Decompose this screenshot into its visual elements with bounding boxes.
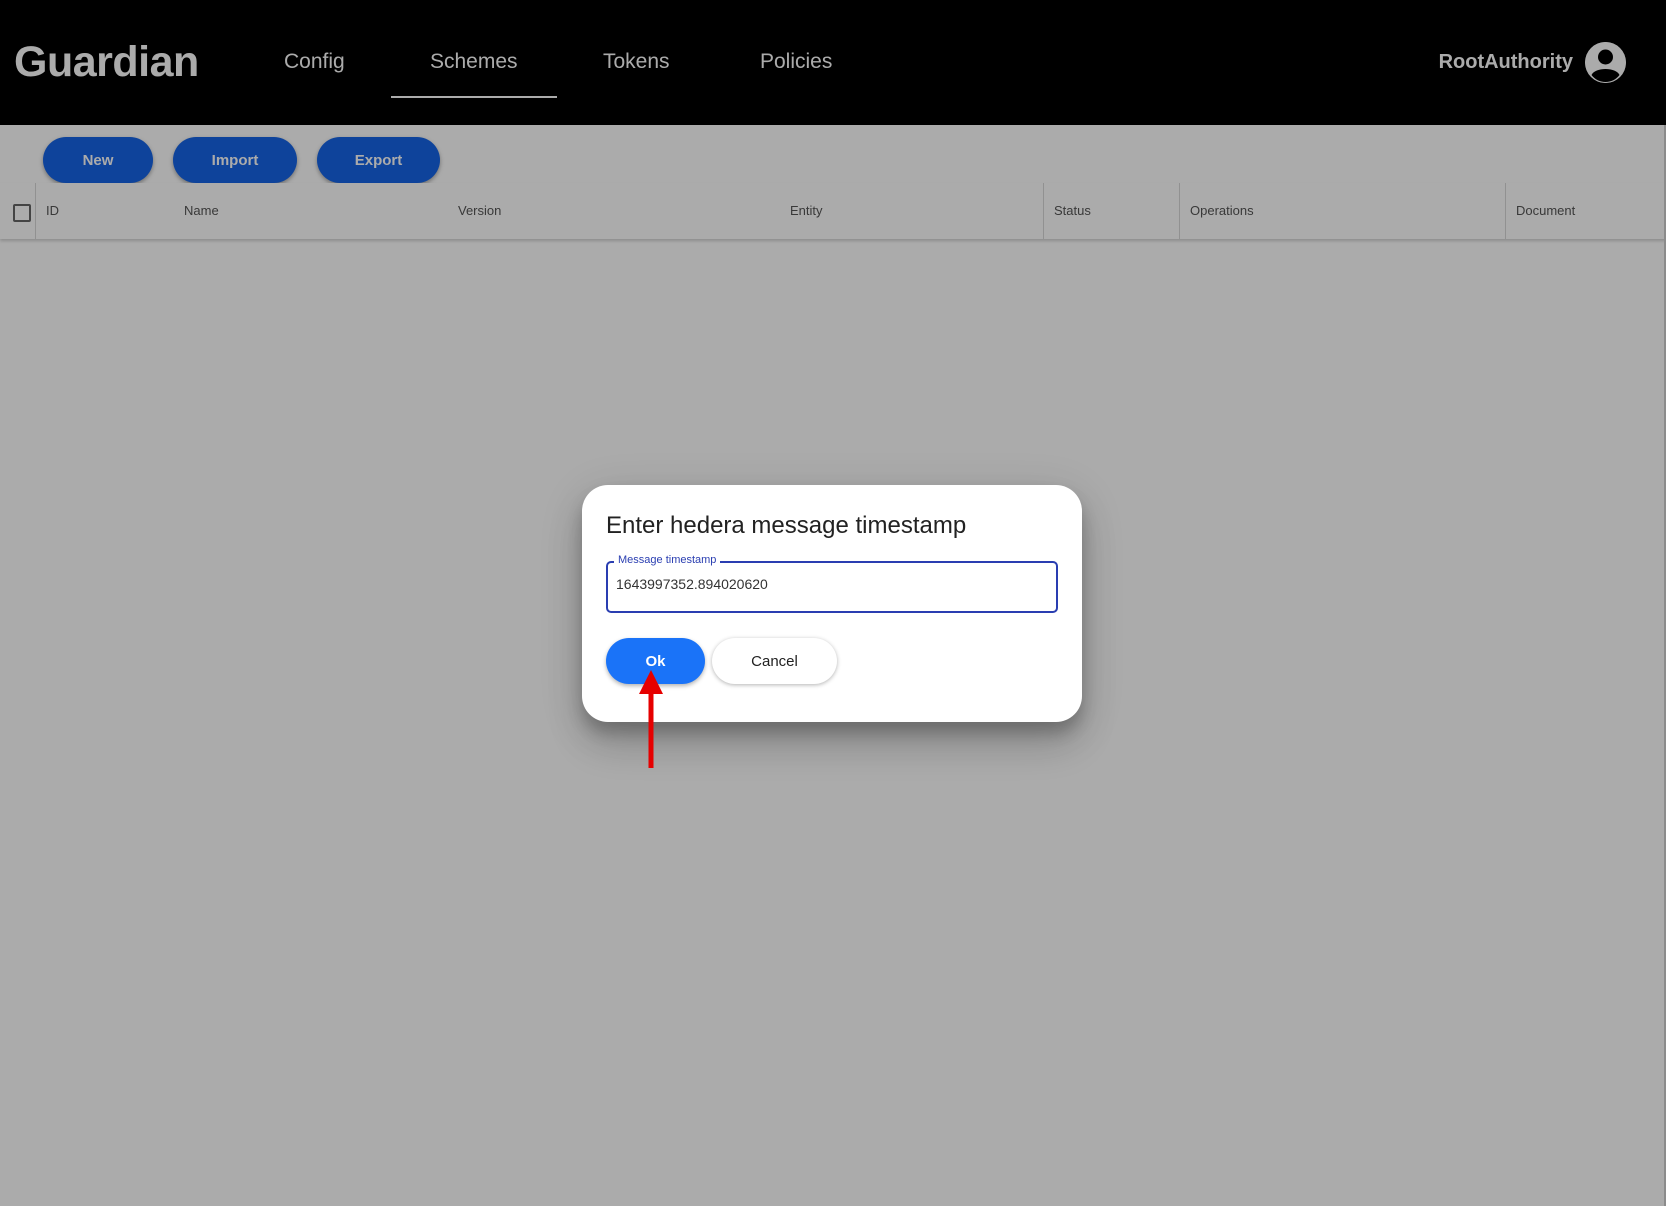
message-timestamp-field[interactable]: Message timestamp [606,553,1058,613]
red-arrow-up-icon [636,670,666,770]
message-timestamp-label: Message timestamp [614,553,721,567]
cancel-button[interactable]: Cancel [712,638,837,684]
message-timestamp-input[interactable] [616,576,1036,592]
dialog-title: Enter hedera message timestamp [606,512,967,539]
